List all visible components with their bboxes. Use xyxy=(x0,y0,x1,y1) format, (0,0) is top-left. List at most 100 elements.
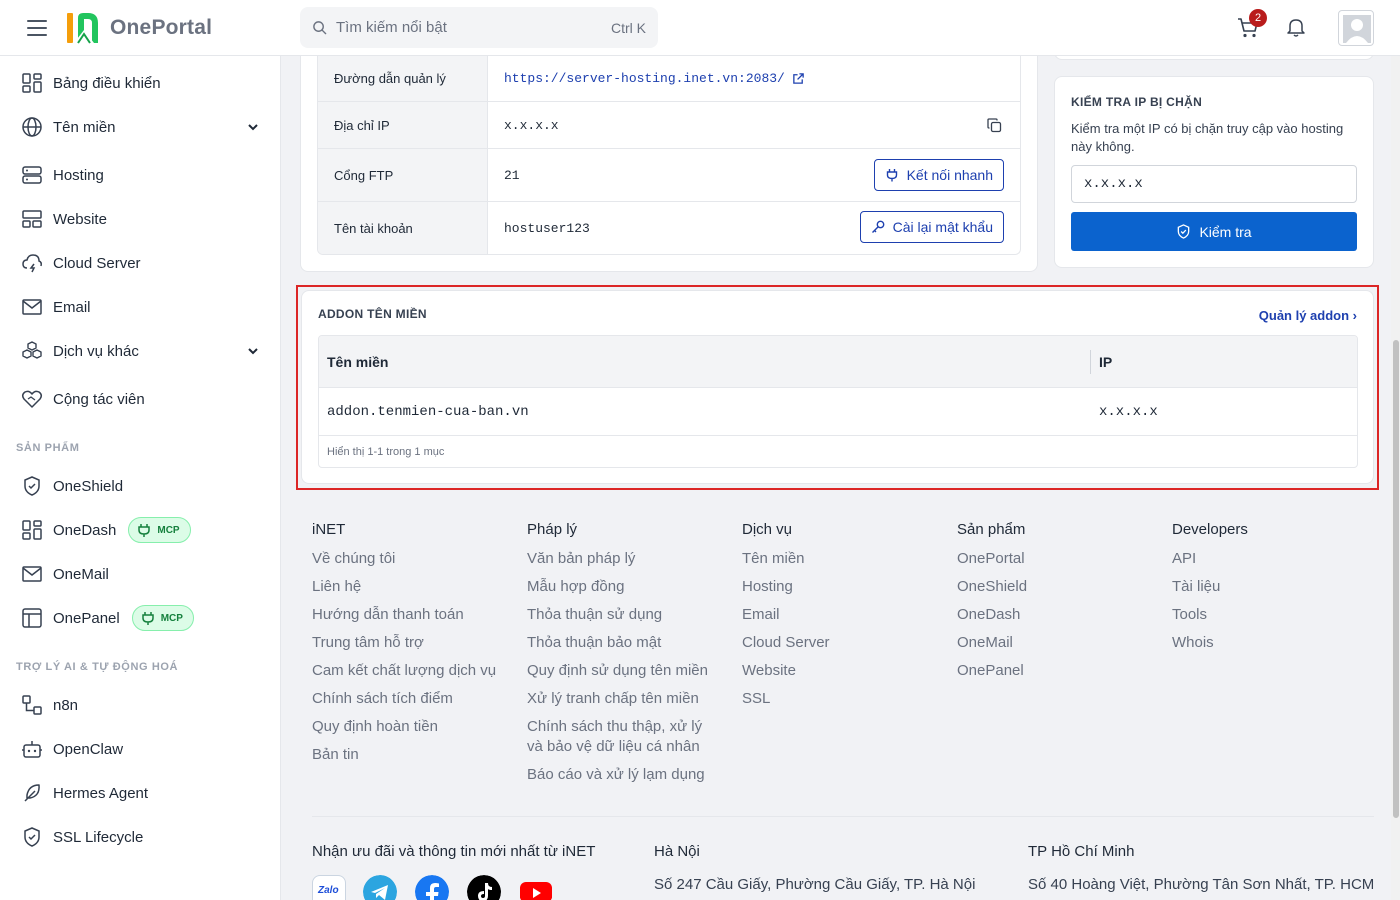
ip-input[interactable]: x.x.x.x xyxy=(1071,165,1357,203)
footer-link[interactable]: Tên miền xyxy=(742,549,830,569)
reset-password-button[interactable]: Cài lại mật khẩu xyxy=(859,211,1004,243)
logo[interactable]: OnePortal xyxy=(64,10,212,46)
sidebar-item-label: Hermes Agent xyxy=(53,784,149,802)
footer-link[interactable]: Hướng dẫn thanh toán xyxy=(312,605,496,625)
mail-icon xyxy=(21,563,43,585)
footer-link[interactable]: Thỏa thuận bảo mật xyxy=(527,633,717,653)
search-input[interactable]: Tìm kiếm nổi bật Ctrl K xyxy=(300,7,658,48)
footer-link[interactable]: Cloud Server xyxy=(742,633,830,653)
footer-link[interactable]: Tools xyxy=(1172,605,1248,625)
server-icon xyxy=(21,164,43,186)
avatar[interactable] xyxy=(1338,10,1374,46)
sidebar-item-other-services[interactable]: Dịch vụ khác xyxy=(0,331,280,371)
footer-link[interactable]: Trung tâm hỗ trợ xyxy=(312,633,496,653)
ip-check-description: Kiểm tra một IP có bị chặn truy cập vào … xyxy=(1071,121,1344,154)
shield-check-icon xyxy=(21,826,43,848)
shield-icon xyxy=(21,475,43,497)
copy-icon[interactable] xyxy=(987,118,1002,133)
sidebar: Bảng điều khiển Tên miền Hosting Website… xyxy=(0,56,281,900)
footer-link[interactable]: Chính sách thu thập, xử lý và bảo vệ dữ … xyxy=(527,717,717,757)
footer-link[interactable]: Website xyxy=(742,661,830,681)
check-ip-button[interactable]: Kiểm tra xyxy=(1071,212,1357,251)
footer-link[interactable]: Văn bản pháp lý xyxy=(527,549,717,569)
footer-link[interactable]: Liên hệ xyxy=(312,577,496,597)
footer-link[interactable]: Quy định hoàn tiền xyxy=(312,717,496,737)
sidebar-item-onepanel[interactable]: OnePanel MCP xyxy=(0,598,280,638)
footer-link[interactable]: Whois xyxy=(1172,633,1248,653)
sidebar-item-onedash[interactable]: OneDash MCP xyxy=(0,510,280,550)
row-label: Cổng FTP xyxy=(318,149,488,201)
footer-link[interactable]: OneDash xyxy=(957,605,1027,625)
plug-icon xyxy=(138,524,151,537)
account-info-table: Đường dẫn quản lý https://server-hosting… xyxy=(317,56,1021,255)
scrollbar-thumb[interactable] xyxy=(1393,340,1399,818)
sidebar-item-label: OpenClaw xyxy=(53,740,124,758)
sidebar-item-n8n[interactable]: n8n xyxy=(0,685,280,725)
sidebar-item-label: SSL Lifecycle xyxy=(53,828,144,846)
sidebar-item-email[interactable]: Email xyxy=(0,287,280,327)
tiktok-icon[interactable] xyxy=(467,875,501,900)
footer-link[interactable]: Báo cáo và xử lý lạm dụng xyxy=(527,765,717,785)
robot-icon xyxy=(21,738,43,760)
panel-icon xyxy=(21,607,43,629)
footer-link[interactable]: Về chúng tôi xyxy=(312,549,496,569)
section-title-ai: TRỢ LÝ AI & TỰ ĐỘNG HOÁ xyxy=(16,661,179,673)
bell-icon[interactable] xyxy=(1285,16,1307,38)
quick-connect-button[interactable]: Kết nối nhanh xyxy=(873,159,1004,191)
sidebar-item-label: OneDash xyxy=(53,521,117,539)
sidebar-item-cloud-server[interactable]: Cloud Server xyxy=(0,243,280,283)
sidebar-item-onemail[interactable]: OneMail xyxy=(0,554,280,594)
footer-link[interactable]: OneShield xyxy=(957,577,1027,597)
footer-link[interactable]: Thỏa thuận sử dụng xyxy=(527,605,717,625)
mcp-badge: MCP xyxy=(131,605,194,631)
footer-link[interactable]: Hosting xyxy=(742,577,830,597)
footer-link[interactable]: Mẫu hợp đồng xyxy=(527,577,717,597)
table-row: Đường dẫn quản lý https://server-hosting… xyxy=(318,56,1020,101)
workflow-icon xyxy=(21,694,43,716)
footer-col-title: Dịch vụ xyxy=(742,521,793,538)
chevron-down-icon xyxy=(248,348,258,355)
hanoi-address: Số 247 Cầu Giấy, Phường Cầu Giấy, TP. Hà… xyxy=(654,876,976,893)
footer-link[interactable]: Cam kết chất lượng dịch vụ xyxy=(312,661,496,681)
sidebar-item-ssl-lifecycle[interactable]: SSL Lifecycle xyxy=(0,817,280,857)
sidebar-item-affiliate[interactable]: Cộng tác viên xyxy=(0,379,280,419)
search-icon xyxy=(313,21,327,35)
footer-link[interactable]: Quy định sử dụng tên miền xyxy=(527,661,717,681)
footer-link[interactable]: Bản tin xyxy=(312,745,496,765)
youtube-icon[interactable] xyxy=(519,875,553,900)
footer-link[interactable]: Xử lý tranh chấp tên miền xyxy=(527,689,717,709)
footer-link[interactable]: API xyxy=(1172,549,1248,569)
zalo-icon[interactable]: Zalo xyxy=(312,875,346,900)
footer-link[interactable]: OneMail xyxy=(957,633,1027,653)
footer-link[interactable]: Chính sách tích điểm xyxy=(312,689,496,709)
management-url-link[interactable]: https://server-hosting.inet.vn:2083/ xyxy=(488,71,1020,86)
sidebar-item-label: Bảng điều khiển xyxy=(53,74,161,92)
sidebar-item-hermes-agent[interactable]: Hermes Agent xyxy=(0,773,280,813)
sidebar-item-openclaw[interactable]: OpenClaw xyxy=(0,729,280,769)
table-row: Địa chỉ IP x.x.x.x xyxy=(318,101,1020,148)
cubes-icon xyxy=(21,340,43,362)
footer-col-title: Sản phẩm xyxy=(957,521,1026,538)
key-icon xyxy=(871,220,885,233)
sidebar-item-hosting[interactable]: Hosting xyxy=(0,155,280,195)
footer-link[interactable]: OnePortal xyxy=(957,549,1027,569)
sidebar-item-dashboard[interactable]: Bảng điều khiển xyxy=(0,63,280,103)
top-header: OnePortal Tìm kiếm nổi bật Ctrl K 2 xyxy=(0,0,1400,56)
hcm-address: Số 40 Hoàng Việt, Phường Tân Sơn Nhất, T… xyxy=(1028,876,1375,893)
sidebar-item-domain[interactable]: Tên miền xyxy=(0,107,280,147)
sidebar-item-oneshield[interactable]: OneShield xyxy=(0,466,280,506)
telegram-icon[interactable] xyxy=(363,875,397,900)
menu-icon[interactable] xyxy=(27,20,47,36)
section-title-products: SẢN PHẨM xyxy=(16,442,80,454)
footer-link[interactable]: OnePanel xyxy=(957,661,1027,681)
footer-link[interactable]: Email xyxy=(742,605,830,625)
sidebar-item-label: Dịch vụ khác xyxy=(53,342,139,360)
sidebar-item-label: Tên miền xyxy=(53,118,116,136)
footer-link[interactable]: Tài liệu xyxy=(1172,577,1248,597)
search-shortcut: Ctrl K xyxy=(611,19,646,36)
sidebar-item-website[interactable]: Website xyxy=(0,199,280,239)
shield-check-icon xyxy=(1178,224,1190,239)
facebook-icon[interactable] xyxy=(415,875,449,900)
footer-link[interactable]: SSL xyxy=(742,689,830,709)
ip-check-title: KIỂM TRA IP BỊ CHẶN xyxy=(1071,95,1203,109)
